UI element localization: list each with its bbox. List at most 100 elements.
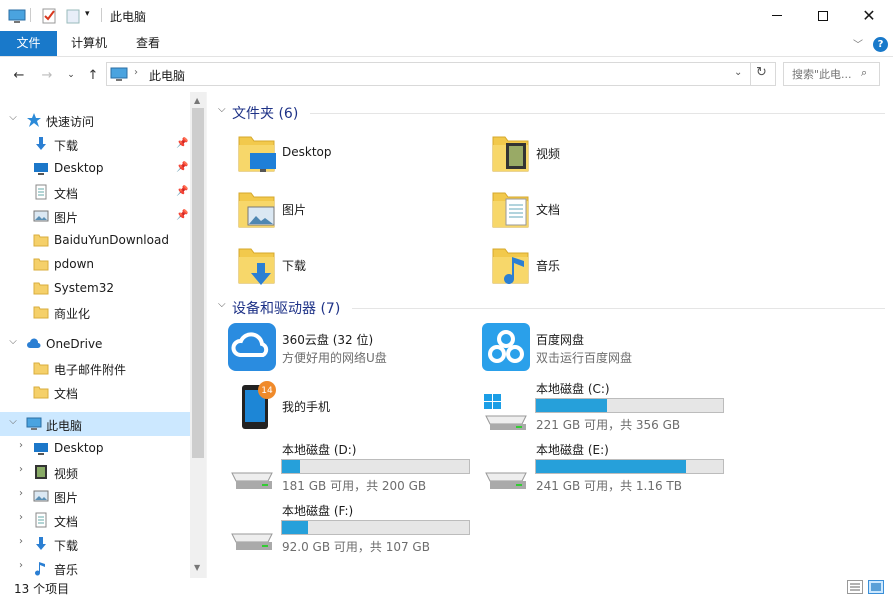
sidebar-item[interactable]: 下载 📌: [0, 132, 190, 156]
download-icon: [33, 136, 49, 152]
arrow-right-icon: →: [41, 67, 53, 83]
collapse-folders-icon[interactable]: ⌵: [218, 104, 226, 115]
properties-icon[interactable]: [40, 7, 58, 25]
sidebar-item[interactable]: 文档 📌: [0, 180, 190, 204]
device-tile[interactable]: 本地磁盘 (D:) 181 GB 可用，共 200 GB: [228, 441, 478, 495]
close-icon: ✕: [862, 6, 876, 25]
device-detail: 双击运行百度网盘: [536, 351, 633, 365]
expand-ribbon-icon[interactable]: ﹀: [853, 36, 863, 51]
sidebar-item[interactable]: › 音乐: [0, 556, 190, 580]
forward-button[interactable]: →: [38, 65, 56, 85]
folder-tile[interactable]: 下载: [236, 243, 476, 289]
expanded-chevron-icon[interactable]: ⌵: [8, 336, 18, 347]
sidebar-item[interactable]: ⌵ 此电脑: [0, 412, 190, 436]
tab-view[interactable]: 查看: [123, 31, 173, 56]
sidebar-item-label: 电子邮件附件: [54, 363, 127, 377]
device-tile[interactable]: 360云盘 (32 位) 方便好用的网络U盘: [228, 323, 478, 377]
scroll-up-icon[interactable]: ▲: [194, 96, 200, 105]
pin-icon[interactable]: 📌: [176, 186, 188, 197]
collapsed-chevron-icon[interactable]: ›: [16, 512, 26, 523]
scrollbar-thumb[interactable]: [192, 108, 204, 458]
pin-icon[interactable]: 📌: [176, 210, 188, 221]
sidebar-item-label: 商业化: [54, 307, 91, 321]
folder-tile[interactable]: Desktop: [236, 131, 476, 177]
folder-tile[interactable]: 图片: [236, 187, 476, 233]
sidebar-item[interactable]: › 下载: [0, 532, 190, 556]
up-button[interactable]: ↑: [84, 65, 102, 85]
sidebar-item[interactable]: 图片 📌: [0, 204, 190, 228]
sidebar-item[interactable]: ⌵ OneDrive: [0, 332, 190, 356]
folder-tile[interactable]: 音乐: [490, 243, 730, 289]
pin-icon[interactable]: 📌: [176, 162, 188, 173]
tab-file[interactable]: 文件: [0, 31, 57, 56]
large-icons-view-icon[interactable]: [868, 580, 884, 594]
device-name: 我的手机: [282, 400, 331, 414]
collapsed-chevron-icon[interactable]: ›: [16, 464, 26, 475]
pin-icon[interactable]: 📌: [176, 138, 188, 149]
address-dropdown-icon[interactable]: ⌄: [734, 67, 742, 78]
collapsed-chevron-icon[interactable]: ›: [16, 560, 26, 571]
device-tile[interactable]: 本地磁盘 (E:) 241 GB 可用，共 1.16 TB: [482, 441, 732, 495]
device-name: 本地磁盘 (D:): [282, 443, 357, 457]
devices-header[interactable]: 设备和驱动器 (7): [232, 298, 340, 318]
expanded-chevron-icon[interactable]: ⌵: [8, 416, 18, 427]
help-icon[interactable]: ?: [873, 37, 888, 52]
refresh-icon[interactable]: ↻: [756, 65, 767, 80]
star-icon: [26, 112, 42, 128]
folder-name: 文档: [536, 203, 561, 217]
sidebar-item[interactable]: › 图片: [0, 484, 190, 508]
device-name: 本地磁盘 (E:): [536, 443, 609, 457]
sidebar-item[interactable]: System32: [0, 276, 190, 300]
arrow-up-icon: ↑: [87, 67, 99, 83]
sidebar-item[interactable]: 电子邮件附件: [0, 356, 190, 380]
computer-icon[interactable]: [8, 7, 26, 25]
sidebar-item[interactable]: Desktop 📌: [0, 156, 190, 180]
collapsed-chevron-icon[interactable]: ›: [16, 488, 26, 499]
sidebar-item[interactable]: › Desktop: [0, 436, 190, 460]
folders-header[interactable]: 文件夹 (6): [232, 103, 298, 123]
drive-icon: [228, 512, 276, 559]
qa-customize-icon[interactable]: ▾: [85, 9, 90, 19]
device-tile[interactable]: 14 我的手机: [236, 381, 486, 435]
address-bar[interactable]: › 此电脑 ⌄ ↻: [106, 62, 776, 86]
sidebar-item[interactable]: BaiduYunDownload: [0, 228, 190, 252]
desktop-icon: [33, 160, 49, 176]
maximize-button[interactable]: [800, 0, 846, 31]
chevron-down-icon: ⌄: [67, 70, 75, 80]
sidebar-item[interactable]: › 视频: [0, 460, 190, 484]
sidebar-item-label: 此电脑: [46, 419, 83, 433]
device-tile[interactable]: 本地磁盘 (C:) 221 GB 可用，共 356 GB: [482, 380, 732, 434]
sidebar-item[interactable]: 商业化: [0, 300, 190, 324]
status-bar: [0, 578, 893, 599]
details-view-icon[interactable]: [847, 580, 863, 594]
collapse-devices-icon[interactable]: ⌵: [218, 299, 226, 310]
sidebar-item[interactable]: ⌵ 快速访问: [0, 108, 190, 132]
folder-tile[interactable]: 视频: [490, 131, 730, 177]
item-count: 13 个项目: [14, 582, 70, 596]
sidebar-item[interactable]: pdown: [0, 252, 190, 276]
capacity-bar: [281, 459, 470, 474]
recent-locations-button[interactable]: ⌄: [64, 65, 78, 85]
address-divider: [750, 63, 751, 85]
sidebar-item-label: 下载: [54, 139, 79, 153]
tab-computer[interactable]: 计算机: [60, 31, 118, 56]
device-tile[interactable]: 百度网盘 双击运行百度网盘: [482, 323, 732, 377]
collapsed-chevron-icon[interactable]: ›: [16, 536, 26, 547]
new-folder-icon[interactable]: [64, 7, 82, 25]
folder-tile[interactable]: 文档: [490, 187, 730, 233]
drive-icon: [228, 451, 276, 498]
device-tile[interactable]: 本地磁盘 (F:) 92.0 GB 可用，共 107 GB: [228, 502, 478, 556]
qa-divider: [101, 8, 102, 22]
document-icon: [33, 512, 49, 528]
sidebar-item-label: 图片: [54, 211, 79, 225]
close-button[interactable]: ✕: [846, 0, 892, 31]
sidebar-item[interactable]: 文档: [0, 380, 190, 404]
breadcrumb-location[interactable]: 此电脑: [149, 67, 185, 84]
minimize-button[interactable]: [754, 0, 800, 31]
expanded-chevron-icon[interactable]: ⌵: [8, 112, 18, 123]
collapsed-chevron-icon[interactable]: ›: [16, 440, 26, 451]
sidebar-item[interactable]: › 文档: [0, 508, 190, 532]
back-button[interactable]: ←: [10, 65, 28, 85]
search-icon[interactable]: ⌕: [861, 66, 867, 80]
scroll-down-icon[interactable]: ▼: [194, 563, 200, 572]
